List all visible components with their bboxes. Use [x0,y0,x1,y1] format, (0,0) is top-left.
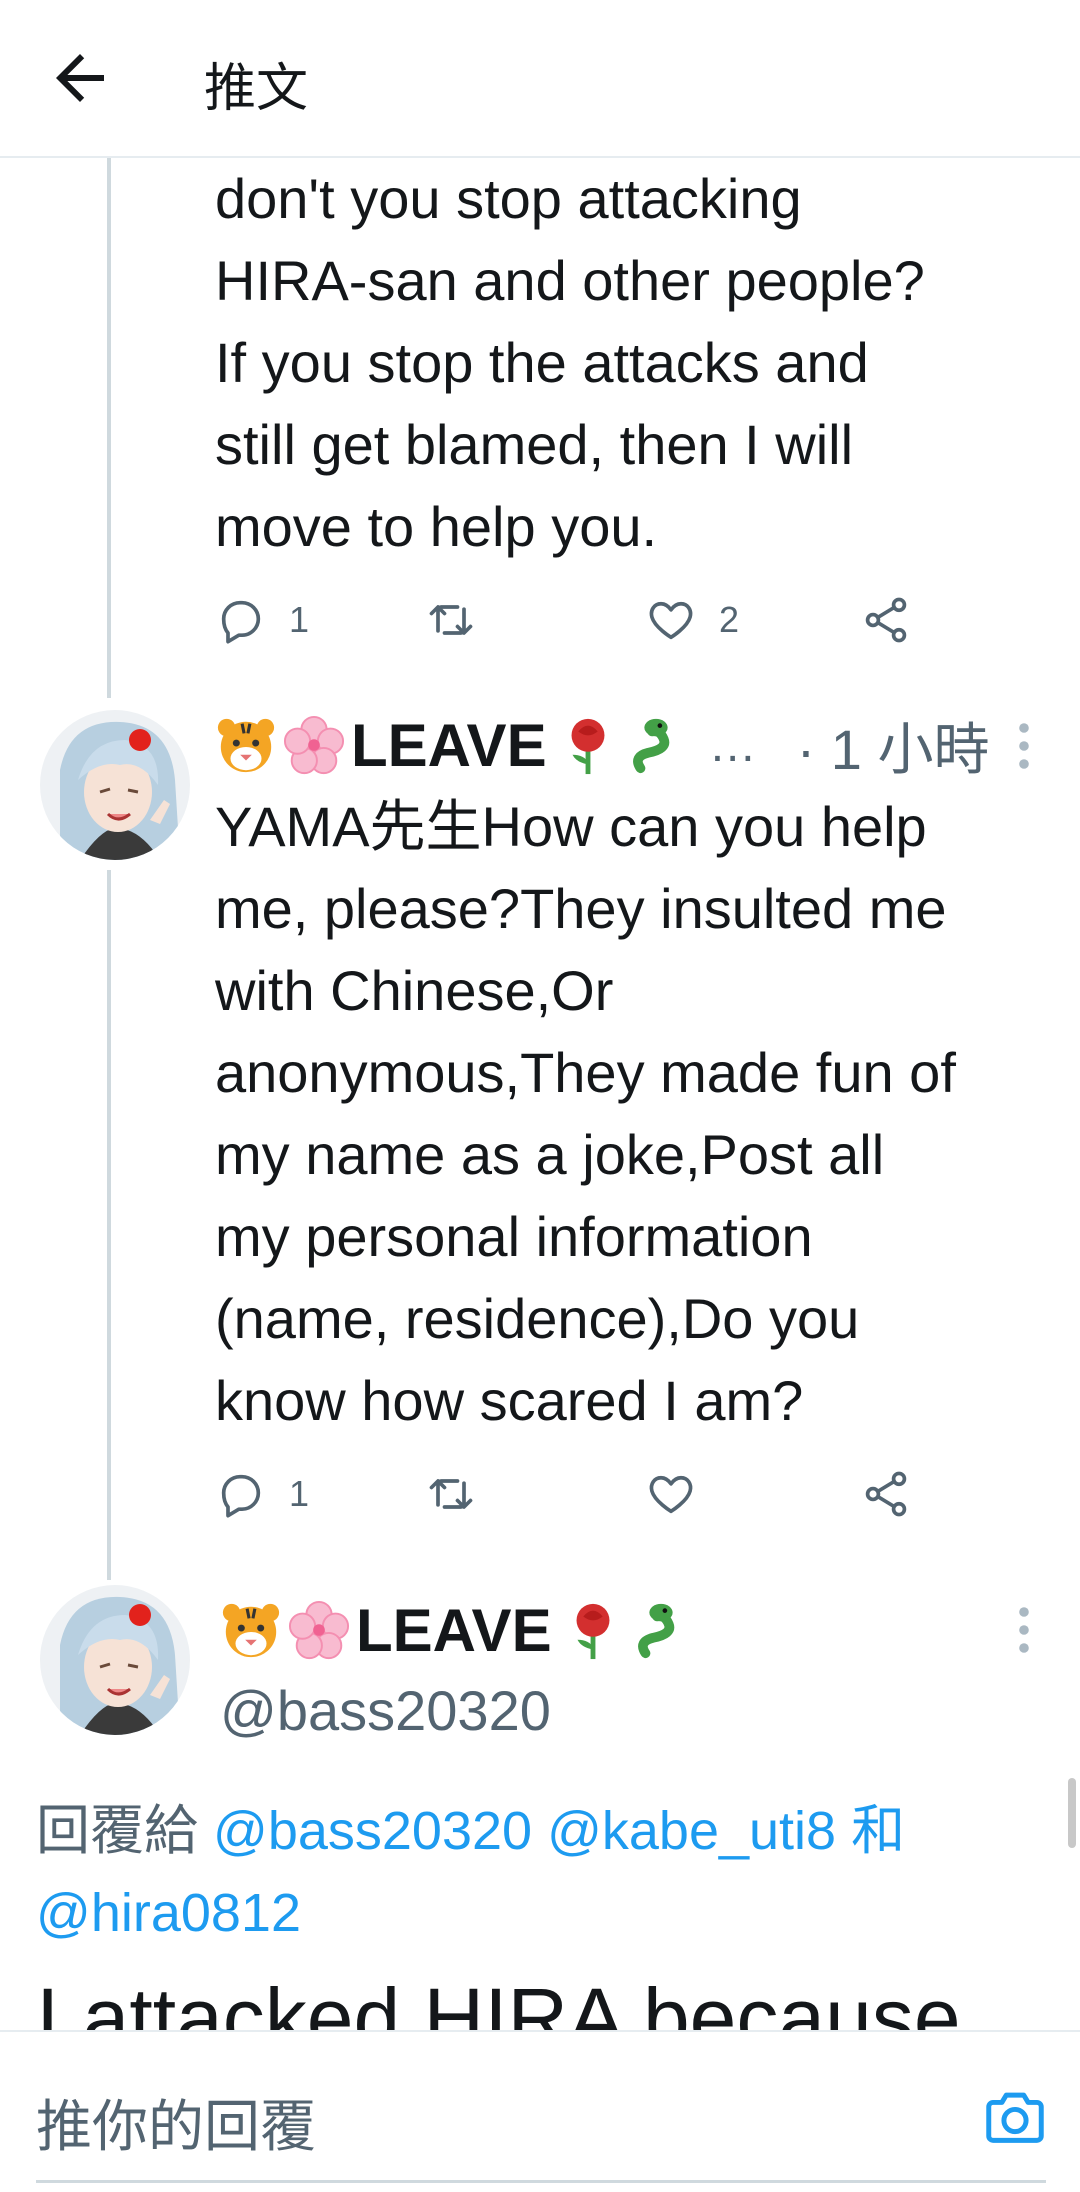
snake-icon [637,1603,674,1659]
share-button[interactable] [860,585,912,655]
tweet-text-line: still get blamed, then I will [215,413,854,476]
retweet-icon [429,605,473,635]
back-button[interactable] [44,42,116,114]
camera-button[interactable] [980,2082,1050,2152]
share-icon [865,597,907,643]
tiger-icon [217,718,275,773]
like-count: 2 [719,599,740,640]
camera-icon [986,2092,1044,2143]
tweet-text-line: anonymous,They made fun of [215,1041,956,1104]
share-button[interactable] [860,1459,912,1529]
mention-link[interactable]: @bass20320 [213,1801,532,1861]
reply-button[interactable]: 1 [215,1459,309,1529]
heart-icon [649,601,693,640]
tweet-text-line: with Chinese,Or [215,959,614,1022]
thread-line [107,870,111,1580]
avatar[interactable] [40,1585,190,1735]
speech-bubble-icon [221,1474,261,1518]
replying-to-label: 回覆給 [36,1801,198,1861]
tweet-author-row[interactable]: LEAVE … · 1 小時 [215,705,990,785]
tweet-text-line: me, please?They insulted me [215,877,947,940]
cherry-blossom-icon [288,1600,350,1660]
tweet-text-line: YAMA先生How can you help [215,795,927,858]
thread-line [107,158,111,698]
replying-to: 回覆給 @bass20320 @kabe_uti8 和 @hira0812 [36,1790,1046,1954]
like-button[interactable]: 2 [645,585,739,655]
reply-composer: 推你的回覆 [0,2030,1080,2192]
scrollbar-thumb[interactable] [1068,1778,1076,1848]
reply-count: 1 [289,1473,310,1514]
tweet-text-line: know how scared I am? [215,1369,804,1432]
vertical-dots-icon [1019,723,1029,769]
tweet-text-line: don't you stop attacking [215,167,802,230]
tweet-text-line: If you stop the attacks and [215,331,869,394]
more-options-button[interactable] [1004,1600,1044,1660]
mention-link[interactable]: @kabe_uti8 [547,1801,836,1861]
page-title: 推文 [204,60,309,118]
tweet-text-line: move to help you. [215,495,658,558]
reply-input[interactable]: 推你的回覆 [36,2082,316,2163]
heart-icon [649,1475,693,1514]
reply-button[interactable]: 1 [215,585,309,655]
mention-and-label: 和 [851,1801,906,1861]
avatar[interactable] [40,710,190,860]
tweet-text: don't you stop attacking HIRA-san and ot… [215,158,1065,568]
tweet-actions: 1 2 [215,585,935,655]
retweet-button[interactable] [425,585,499,655]
tweet-text-line: HIRA-san and other people? [215,249,925,312]
cherry-blossom-icon [283,715,345,775]
like-button[interactable] [645,1459,719,1529]
author-display-name: LEAVE [351,711,547,779]
name-truncation: … [708,718,757,772]
tweet-text-line: my personal information [215,1205,813,1268]
arrow-left-icon [56,54,104,102]
vertical-dots-icon [1019,1607,1029,1653]
author-handle[interactable]: @bass20320 [220,1678,551,1743]
more-options-button[interactable] [1004,716,1044,776]
tiger-icon [222,1603,280,1658]
main-tweet-author-row[interactable]: LEAVE [220,1590,698,1670]
rose-icon [571,718,605,775]
snake-icon [632,718,669,774]
tweet-text-line: my name as a joke,Post all [215,1123,885,1186]
tweet-text: YAMA先生How can you help me, please?They i… [215,786,1065,1442]
tweet-time: · 1 小時 [796,717,990,781]
rose-icon [576,1603,610,1660]
divider [36,2180,1046,2183]
tweet-actions: 1 [215,1459,935,1529]
retweet-icon [429,1479,473,1509]
reply-count: 1 [289,599,310,640]
mention-link[interactable]: @hira0812 [36,1883,301,1943]
share-icon [865,1471,907,1517]
tweet-text-line: (name, residence),Do you [215,1287,860,1350]
author-display-name: LEAVE [356,1596,552,1664]
speech-bubble-icon [221,600,261,644]
retweet-button[interactable] [425,1459,499,1529]
top-app-bar: 推文 [0,0,1080,158]
